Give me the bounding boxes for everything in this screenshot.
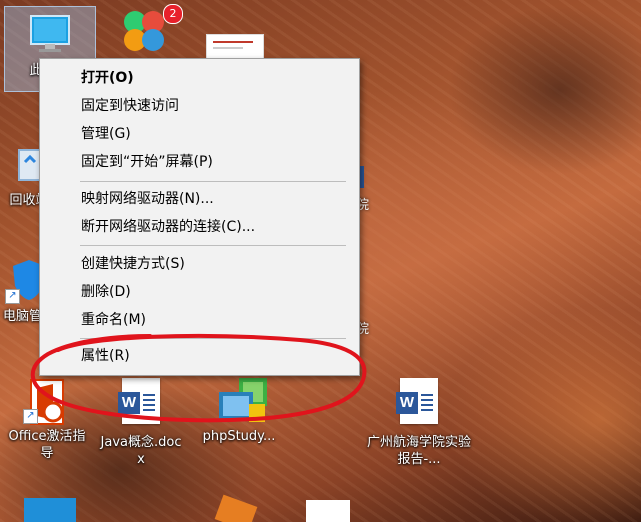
annotation-circle [30,333,367,423]
desktop-background: 此电脑 2 回收站 [0,0,641,522]
